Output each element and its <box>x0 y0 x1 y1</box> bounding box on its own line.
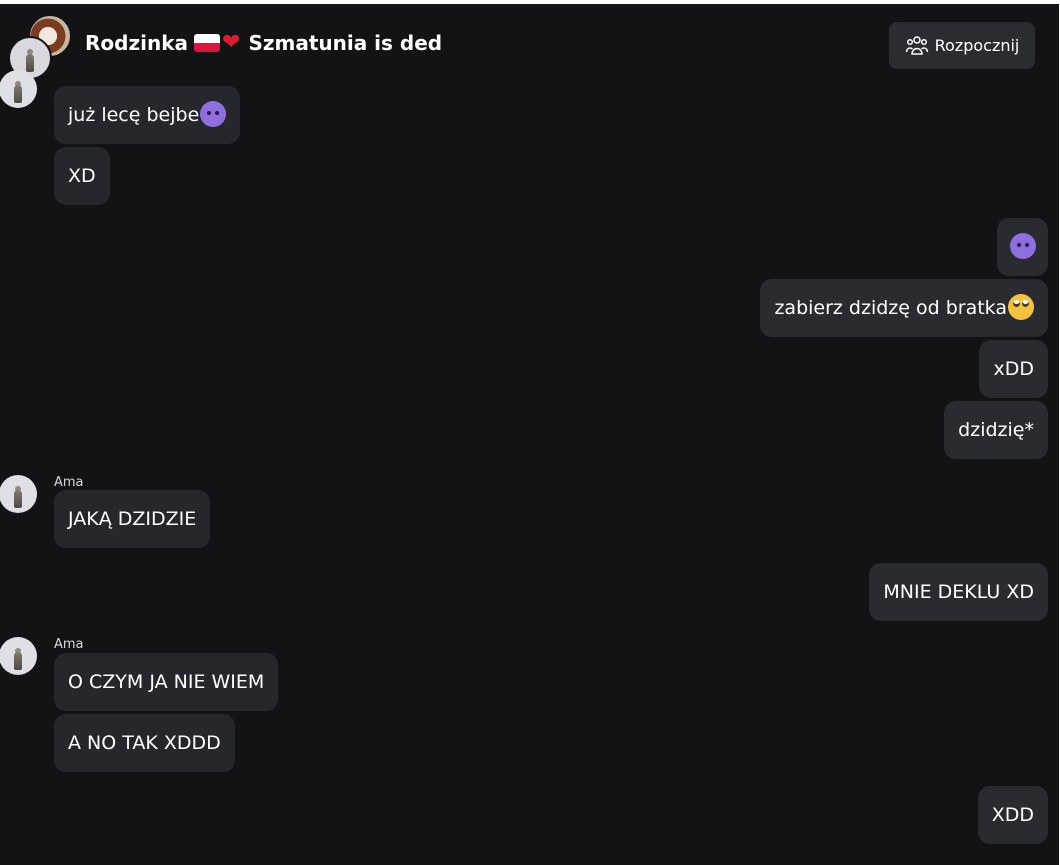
group-avatar[interactable] <box>8 14 72 80</box>
message-bubble[interactable]: A NO TAK XDDD <box>54 714 235 772</box>
message-text: A NO TAK XDDD <box>68 732 221 754</box>
message-bubble[interactable]: dzidzię* <box>944 401 1048 459</box>
chat-header: Rodzinka ❤ Szmatunia is ded Rozpocznij <box>0 4 1059 82</box>
avatar[interactable] <box>0 475 37 513</box>
avatar[interactable] <box>0 70 37 108</box>
message-text: już lecę bejbe <box>68 104 200 126</box>
chat-title-text: Rodzinka <box>85 31 188 55</box>
start-button-label: Rozpocznij <box>934 36 1020 55</box>
red-heart-icon: ❤ <box>222 30 241 55</box>
message-bubble[interactable]: MNIE DEKLU XD <box>869 563 1048 621</box>
message-text: xDD <box>993 358 1034 380</box>
chat-window: Rodzinka ❤ Szmatunia is ded Rozpocznij j… <box>0 4 1059 865</box>
message-bubble[interactable]: zabierz dzidzę od bratka <box>760 279 1048 337</box>
message-text: XD <box>68 165 96 187</box>
sender-name: Ama <box>54 637 84 652</box>
message-bubble[interactable]: O CZYM JA NIE WIEM <box>54 653 279 711</box>
smiling-imp-emoji-icon <box>1010 232 1036 259</box>
message-text: O CZYM JA NIE WIEM <box>68 671 265 693</box>
smiling-imp-emoji-icon <box>200 100 227 127</box>
message-text: XDD <box>991 804 1034 826</box>
message-bubble[interactable]: xDD <box>979 340 1048 398</box>
start-call-button[interactable]: Rozpocznij <box>889 22 1035 69</box>
people-group-icon <box>905 35 928 55</box>
message-text: JAKĄ DZIDZIE <box>68 508 197 530</box>
rolling-eyes-emoji-icon <box>1008 293 1034 320</box>
message-bubble[interactable]: XDD <box>977 786 1048 844</box>
message-bubble[interactable]: XD <box>54 147 110 205</box>
message-bubble[interactable]: JAKĄ DZIDZIE <box>54 490 211 548</box>
poland-flag-icon <box>194 34 220 52</box>
message-text: dzidzię* <box>958 419 1034 441</box>
chat-title-suffix: Szmatunia is ded <box>248 31 443 55</box>
avatar[interactable] <box>0 637 37 675</box>
chat-title[interactable]: Rodzinka ❤ Szmatunia is ded <box>85 31 442 55</box>
sender-name: Ama <box>54 475 84 490</box>
message-text: zabierz dzidzę od bratka <box>774 297 1007 319</box>
message-text: MNIE DEKLU XD <box>883 581 1034 603</box>
message-bubble[interactable]: już lecę bejbe <box>54 86 241 144</box>
message-bubble[interactable] <box>997 218 1048 276</box>
